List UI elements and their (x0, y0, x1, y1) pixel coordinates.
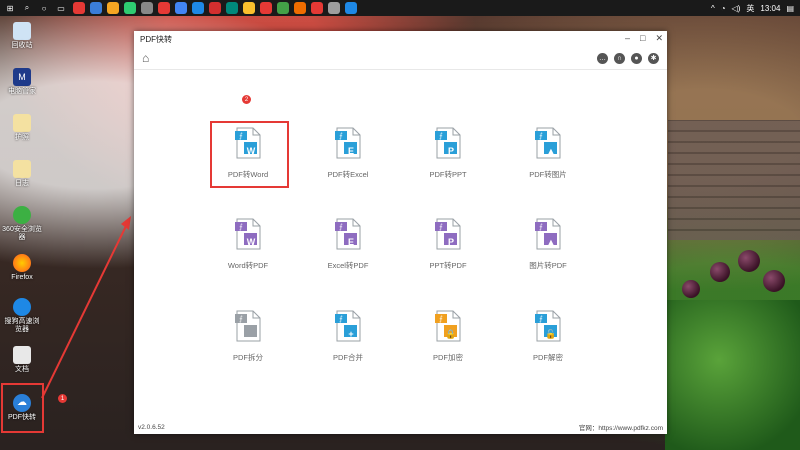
window-title: PDF快转 (140, 34, 172, 44)
tool-glyph: E (347, 237, 354, 247)
gear-icon[interactable]: ✱ (648, 52, 659, 64)
step2-highlight-box (210, 121, 289, 188)
toolbar-right-icons: … ∩ ● ✱ (597, 52, 659, 64)
tool-tile[interactable]: ⨍ ▲ PDF转图片 (508, 127, 588, 180)
tool-label: 图片转PDF (529, 261, 567, 270)
svg-text:⨍: ⨍ (539, 223, 543, 231)
svg-text:⨍: ⨍ (539, 132, 543, 140)
tool-label: PDF转Excel (327, 170, 369, 179)
tool-glyph: 🔓 (545, 329, 557, 339)
tool-tile[interactable]: ⨍ E Excel转PDF (308, 218, 388, 271)
tool-glyph: ▲ (546, 146, 556, 156)
user-icon[interactable]: ● (631, 52, 642, 64)
svg-text:⨍: ⨍ (339, 315, 343, 323)
tool-tile[interactable]: ⨍ P PDF转PPT (408, 127, 488, 180)
tool-glyph: 🔒 (445, 329, 457, 339)
maximize-icon[interactable]: □ (640, 33, 645, 44)
tool-tile[interactable]: ⨍ P PPT转PDF (408, 218, 488, 271)
close-icon[interactable]: ✕ (655, 33, 663, 44)
window-footer: v2.0.6.52 官网：https://www.pdfkz.com (134, 420, 667, 434)
step2-badge: 2 (242, 95, 251, 104)
tool-label: PPT转PDF (429, 261, 467, 270)
tool-glyph: + (348, 329, 354, 339)
headset-icon[interactable]: ∩ (614, 52, 625, 64)
home-icon[interactable]: ⌂ (142, 51, 149, 65)
tool-label: Word转PDF (227, 261, 269, 270)
tool-tile[interactable]: ⨍ 🔒 PDF加密 (408, 310, 488, 363)
version-label: v2.0.6.52 (138, 423, 165, 431)
svg-text:⨍: ⨍ (439, 223, 443, 231)
tool-tile[interactable]: ⨍ ▲ 图片转PDF (508, 218, 588, 271)
tool-label: PDF转图片 (529, 170, 567, 179)
tool-tile[interactable]: ⨍ W Word转PDF (208, 218, 288, 271)
tool-label: PDF转PPT (429, 170, 467, 179)
svg-text:⨍: ⨍ (339, 132, 343, 140)
tool-label: PDF加密 (433, 353, 463, 362)
tool-tile[interactable]: ⨍ + PDF合并 (308, 310, 388, 363)
website-link[interactable]: 官网：https://www.pdfkz.com (579, 422, 663, 432)
tool-tile[interactable]: ⨍ PDF拆分 (208, 310, 288, 363)
window-titlebar[interactable]: PDF快转 (134, 31, 667, 47)
svg-text:⨍: ⨍ (439, 315, 443, 323)
svg-text:⨍: ⨍ (239, 223, 243, 231)
document-icon: ⨍ (235, 310, 261, 342)
tool-label: PDF解密 (533, 353, 563, 362)
tool-glyph: E (347, 146, 354, 156)
chat-icon[interactable]: … (597, 52, 608, 64)
tool-label: PDF拆分 (233, 353, 263, 362)
tool-label: Excel转PDF (327, 261, 369, 270)
tool-glyph: ▲ (546, 237, 556, 247)
tool-tile[interactable]: ⨍ E PDF转Excel (308, 127, 388, 180)
svg-text:⨍: ⨍ (439, 132, 443, 140)
window-toolbar: ⌂ … ∩ ● ✱ (134, 47, 667, 70)
tool-glyph: W (246, 237, 256, 247)
minimize-icon[interactable]: – (625, 33, 630, 44)
svg-text:⨍: ⨍ (539, 315, 543, 323)
svg-text:⨍: ⨍ (239, 315, 243, 323)
window-controls: – □ ✕ (625, 33, 663, 44)
pdfkz-window: PDF快转 – □ ✕ ⌂ … ∩ ● ✱ ⨍ W PDF转Word ⨍ E PDF转Ex… (134, 31, 667, 434)
tool-glyph: P (447, 146, 454, 156)
tool-label: PDF合并 (333, 353, 363, 362)
tool-glyph: P (447, 237, 454, 247)
tool-tile[interactable]: ⨍ 🔓 PDF解密 (508, 310, 588, 363)
svg-text:⨍: ⨍ (339, 223, 343, 231)
